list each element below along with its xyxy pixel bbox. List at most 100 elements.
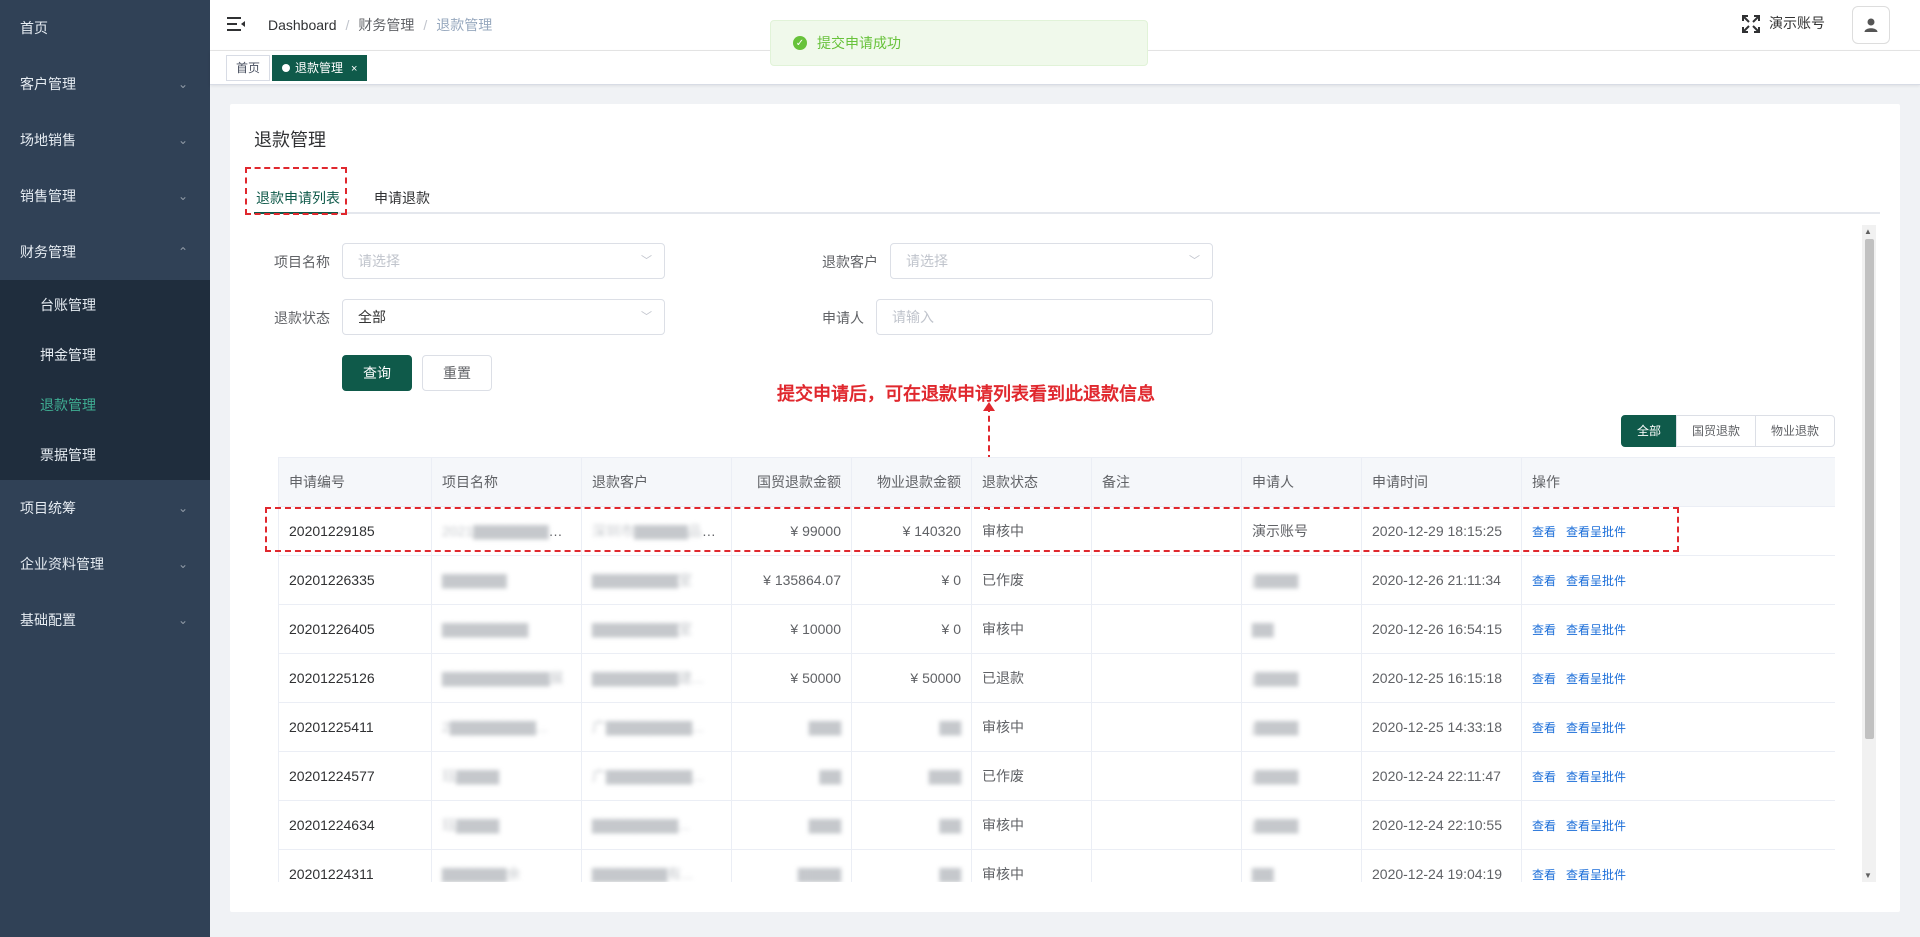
cell-gm-amount: ¥ 135864.07 [731, 555, 852, 605]
cell-project: ▇▇▇▇▇▇▇▇ [431, 604, 582, 654]
success-message: ✓ 提交申请成功 [770, 20, 1148, 66]
view-link[interactable]: 查看 [1532, 721, 1556, 735]
project-label: 项目名称 [274, 254, 330, 270]
avatar[interactable] [1852, 6, 1890, 44]
cell-time: 2020-12-25 14:33:18 [1361, 702, 1522, 752]
header-id: 申请编号 [278, 457, 432, 507]
cell-text: ¥ 50000 [910, 670, 961, 686]
cell-wy-amount: ¥ 50000 [851, 653, 972, 703]
breadcrumb-finance: 财务管理 [358, 17, 415, 33]
cell-text: 2▇▇▇▇▇▇▇▇... [442, 718, 548, 735]
cell-text: 20201225411 [289, 719, 374, 735]
sidebar-item-after-0[interactable]: 项目统筹 ⌄ [0, 480, 210, 536]
table-row[interactable]: 20201226335 ▇▇▇▇▇▇ ▇▇▇▇▇▇▇▇室 ¥ 135864.07 ¥ 0… [278, 555, 1835, 605]
view-approval-link[interactable]: 查看呈批件 [1566, 868, 1626, 882]
cell-text: 20201226335 [289, 572, 375, 588]
segment-all[interactable]: 全部 [1621, 415, 1678, 447]
cell-text: 广▇▇▇▇▇▇▇▇... [592, 719, 704, 735]
view-approval-link[interactable]: 查看呈批件 [1566, 770, 1626, 784]
header-wy-amount: 物业退款金额 [851, 457, 972, 507]
cell-text: ▇▇▇▇▇▇ [442, 571, 507, 588]
sidebar-item-4[interactable]: 财务管理 ⌃ [0, 224, 210, 280]
hamburger-menu-icon[interactable] [226, 14, 246, 34]
sidebar-item-2[interactable]: 场地销售 ⌄ [0, 112, 210, 168]
sidebar-item-after-1[interactable]: 企业资料管理 ⌄ [0, 536, 210, 592]
cell-text: 2020-12-24 19:04:19 [1372, 866, 1502, 882]
sidebar-subitem-0[interactable]: 台账管理 [0, 280, 210, 330]
scroll-down-icon[interactable]: ▼ [1864, 871, 1872, 880]
cell-gm-amount: ▇▇▇▇ [731, 849, 852, 882]
cell-remark [1091, 800, 1242, 850]
cell-time: 2020-12-26 21:11:34 [1361, 555, 1522, 605]
query-button[interactable]: 查询 [342, 355, 412, 391]
table-row[interactable]: 20201226405 ▇▇▇▇▇▇▇▇ ▇▇▇▇▇▇▇▇室 ¥ 10000 ¥ 0 审核… [278, 604, 1835, 654]
project-placeholder: 请选择 [358, 253, 400, 269]
view-approval-link[interactable]: 查看呈批件 [1566, 819, 1626, 833]
header-applicant: 申请人 [1241, 457, 1362, 507]
scroll-up-icon[interactable]: ▲ [1864, 227, 1872, 236]
segment-property[interactable]: 物业退款 [1755, 415, 1836, 447]
cell-text: 审核中 [982, 621, 1024, 637]
sidebar-subitem-1[interactable]: 押金管理 [0, 330, 210, 380]
sidebar-submenu: 台账管理 押金管理 退款管理 票据管理 [0, 280, 210, 480]
scrollbar[interactable]: ▲ ▼ [1862, 225, 1876, 882]
tag-home[interactable]: 首页 [226, 55, 271, 81]
project-select[interactable]: 请选择 ﹀ [342, 243, 665, 279]
sidebar-item-1[interactable]: 客户管理 ⌄ [0, 56, 210, 112]
cell-text: ▇▇▇▇▇▇▇▇建... [592, 670, 704, 686]
applicant-input[interactable]: 请输入 [876, 299, 1213, 335]
view-link[interactable]: 查看 [1532, 623, 1556, 637]
view-approval-link[interactable]: 查看呈批件 [1566, 672, 1626, 686]
table-row[interactable]: 20201225126 ▇▇▇▇▇▇▇▇▇▇展 ▇▇▇▇▇▇▇▇建... ¥ 5000… [278, 653, 1835, 703]
status-select[interactable]: 全部 ﹀ [342, 299, 665, 335]
breadcrumb-dashboard[interactable]: Dashboard [268, 17, 337, 33]
cell-applicant: j▇▇▇▇ [1241, 702, 1362, 752]
cell-actions: 查看 查看呈批件 [1521, 653, 1835, 703]
sidebar-item-label: 项目统筹 [20, 500, 76, 516]
user-name[interactable]: 演示账号 [1769, 0, 1825, 46]
table-row[interactable]: 20201224634 珏▇▇▇▇ ▇▇▇▇▇▇▇▇... ▇▇▇ ▇▇ 审核中 j▇▇▇▇… [278, 800, 1835, 850]
view-approval-link[interactable]: 查看呈批件 [1566, 721, 1626, 735]
view-link[interactable]: 查看 [1532, 574, 1556, 588]
cell-wy-amount: ▇▇ [851, 702, 972, 752]
sidebar-item-0[interactable]: 首页 [0, 0, 210, 56]
chevron-down-icon: ⌄ [177, 613, 188, 627]
sidebar-subitem-3[interactable]: 票据管理 [0, 430, 210, 480]
cell-project: 珏▇▇▇▇ [431, 751, 582, 801]
cell-time: 2020-12-25 16:15:18 [1361, 653, 1522, 703]
table-row[interactable]: 20201224577 珏▇▇▇▇ 广▇▇▇▇▇▇▇▇... ▇▇ ▇▇▇ 已作废 j▇▇▇… [278, 751, 1835, 801]
view-link[interactable]: 查看 [1532, 672, 1556, 686]
view-link[interactable]: 查看 [1532, 819, 1556, 833]
customer-select[interactable]: 请选择 ﹀ [890, 243, 1213, 279]
fullscreen-icon[interactable] [1742, 15, 1760, 33]
close-icon[interactable]: × [351, 63, 357, 75]
tag-refund-management[interactable]: 退款管理 × [272, 55, 368, 81]
table-row[interactable]: 20201225411 2▇▇▇▇▇▇▇▇... 广▇▇▇▇▇▇▇▇... ▇▇▇ ▇▇… [278, 702, 1835, 752]
reset-button[interactable]: 重置 [422, 355, 492, 391]
cell-status: 审核中 [971, 800, 1092, 850]
cell-text: ¥ 0 [941, 572, 961, 588]
cell-remark [1091, 849, 1242, 882]
cell-actions: 查看 查看呈批件 [1521, 849, 1835, 882]
segment-guomao[interactable]: 国贸退款 [1676, 415, 1757, 447]
view-approval-link[interactable]: 查看呈批件 [1566, 574, 1626, 588]
cell-gm-amount: ¥ 10000 [731, 604, 852, 654]
scrollbar-thumb[interactable] [1865, 239, 1874, 739]
view-link[interactable]: 查看 [1532, 770, 1556, 784]
sidebar-item-label: 企业资料管理 [20, 556, 104, 572]
highlight-box-row [265, 507, 1679, 552]
cell-time: 2020-12-24 22:11:47 [1361, 751, 1522, 801]
sidebar-subitem-2[interactable]: 退款管理 [0, 380, 210, 430]
view-link[interactable]: 查看 [1532, 868, 1556, 882]
cell-text: ▇▇▇▇▇▇余 [442, 866, 521, 882]
table-row[interactable]: 20201224311 ▇▇▇▇▇▇余 ▇▇▇▇▇▇▇有... ▇▇▇▇ ▇▇ 审核中 ▇▇… [278, 849, 1835, 882]
sidebar-item-after-2[interactable]: 基础配置 ⌄ [0, 592, 210, 648]
sidebar-item-3[interactable]: 销售管理 ⌄ [0, 168, 210, 224]
cell-text: 珏▇▇▇▇ [442, 817, 500, 833]
cell-text: 已退款 [982, 670, 1024, 686]
tab-apply-refund[interactable]: 申请退款 [374, 164, 430, 232]
cell-text: 2020-12-25 16:15:18 [1372, 670, 1502, 686]
cell-text: 审核中 [982, 719, 1024, 735]
cell-text: ▇▇▇▇▇▇▇▇室 [592, 572, 693, 588]
view-approval-link[interactable]: 查看呈批件 [1566, 623, 1626, 637]
